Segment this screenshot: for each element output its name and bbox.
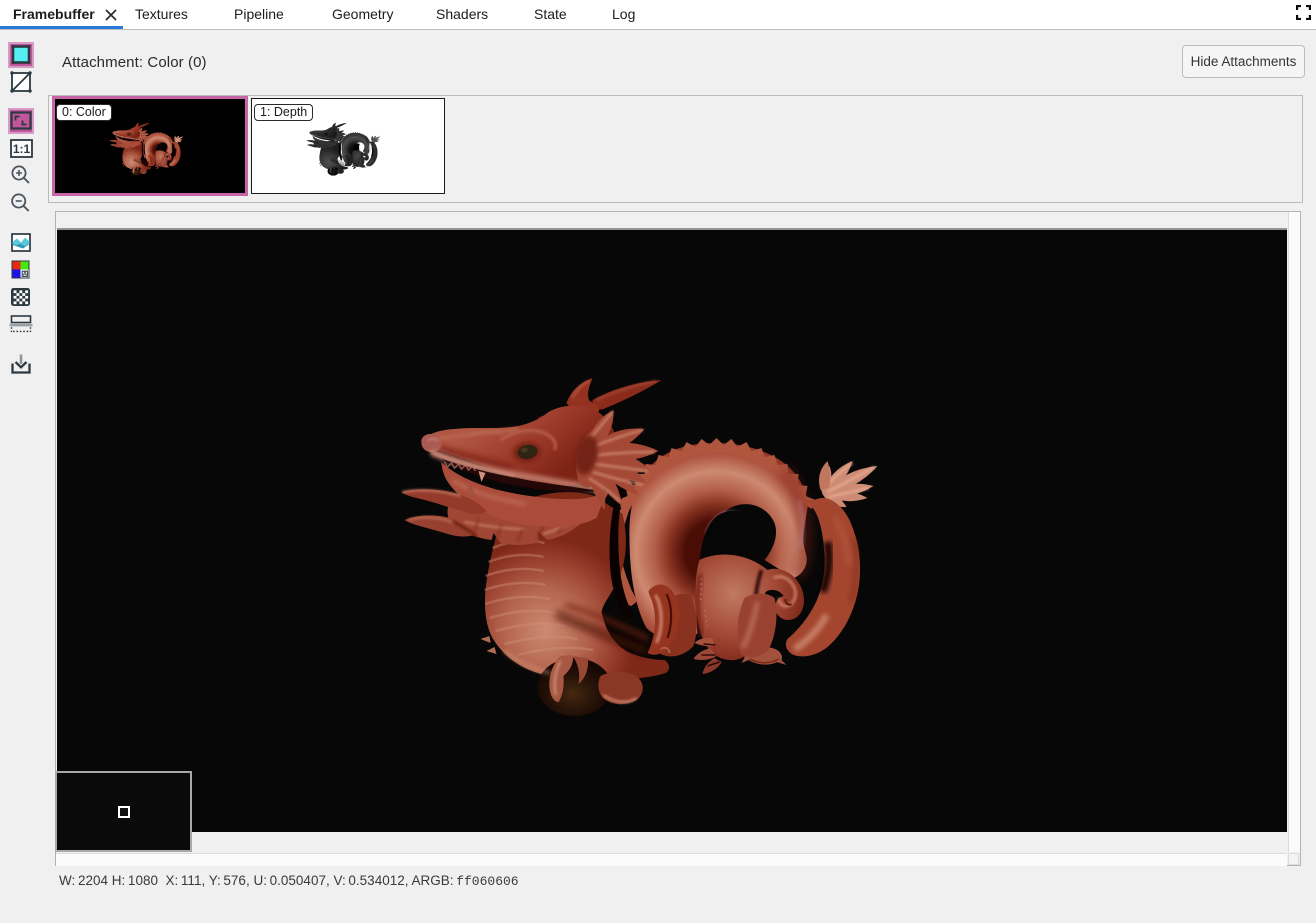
svg-text:1:1: 1:1: [13, 142, 31, 156]
